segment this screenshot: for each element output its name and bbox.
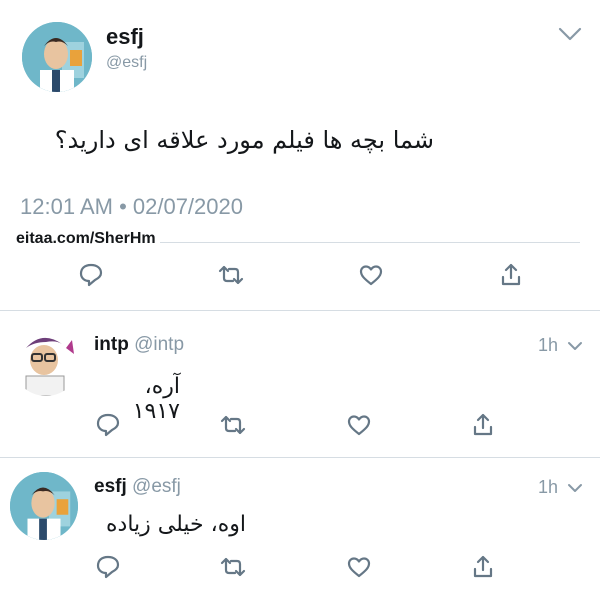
user-handle[interactable]: @esfj <box>106 54 147 72</box>
reply-icon <box>79 263 103 287</box>
user-avatar-icon <box>12 328 80 396</box>
reply-time: 1h <box>538 335 559 355</box>
like-button[interactable] <box>354 258 388 292</box>
divider <box>0 457 600 458</box>
like-icon <box>359 265 383 286</box>
reply-time: 1h <box>538 477 559 497</box>
share-button[interactable] <box>466 408 500 442</box>
like-icon <box>347 557 371 578</box>
divider <box>0 310 600 311</box>
retweet-icon <box>220 415 246 435</box>
display-name[interactable]: esfj <box>94 476 127 497</box>
share-icon <box>473 555 493 578</box>
reply-text: اوه، خیلی زیاده <box>106 512 246 537</box>
chevron-down-icon[interactable] <box>558 26 582 42</box>
share-icon <box>473 413 493 436</box>
chevron-down-icon[interactable] <box>567 482 583 494</box>
retweet-icon <box>218 265 244 285</box>
like-button[interactable] <box>342 550 376 584</box>
user-handle[interactable]: @esfj <box>132 476 181 497</box>
like-icon <box>347 415 371 436</box>
display-name[interactable]: esfj <box>106 24 144 50</box>
retweet-button[interactable] <box>214 258 248 292</box>
reply-icon <box>96 555 120 579</box>
user-avatar-icon <box>10 472 78 540</box>
like-button[interactable] <box>342 408 376 442</box>
reply-button[interactable] <box>91 550 125 584</box>
reply-button[interactable] <box>91 408 125 442</box>
avatar[interactable] <box>10 472 78 540</box>
retweet-icon <box>220 557 246 577</box>
tweet-text: شما بچه ها فیلم مورد علاقه ای دارید؟ <box>54 126 434 154</box>
retweet-button[interactable] <box>216 408 250 442</box>
share-button[interactable] <box>494 258 528 292</box>
avatar[interactable] <box>22 22 92 92</box>
avatar[interactable] <box>12 328 80 396</box>
user-avatar-icon <box>22 22 92 92</box>
reply-button[interactable] <box>74 258 108 292</box>
share-icon <box>501 263 521 286</box>
display-name[interactable]: intp <box>94 334 129 355</box>
tweet-timestamp: 12:01 AM • 02/07/2020 <box>20 194 243 219</box>
watermark-text: eitaa.com/SherHm <box>16 230 160 248</box>
retweet-button[interactable] <box>216 550 250 584</box>
reply-icon <box>96 413 120 437</box>
chevron-down-icon[interactable] <box>567 340 583 352</box>
share-button[interactable] <box>466 550 500 584</box>
user-handle[interactable]: @intp <box>134 334 184 355</box>
